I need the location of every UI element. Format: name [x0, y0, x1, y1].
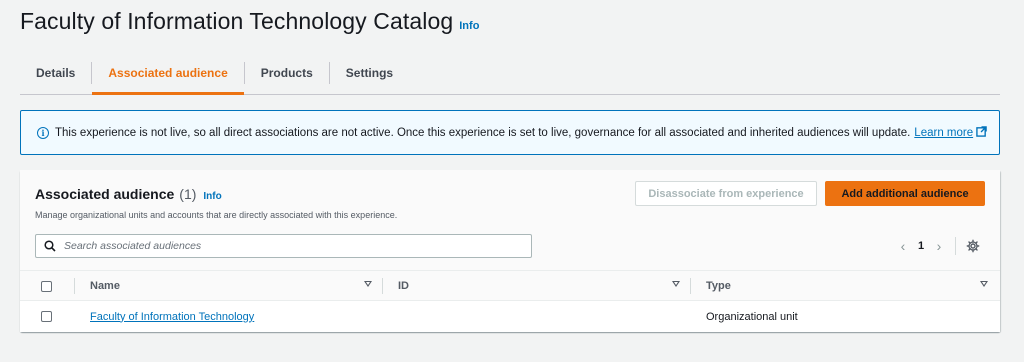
- pager-divider: [955, 237, 956, 255]
- external-link-icon[interactable]: [976, 125, 987, 140]
- tab-details[interactable]: Details: [20, 52, 91, 94]
- page-info-link[interactable]: Info: [459, 20, 479, 32]
- column-header-id[interactable]: ID: [382, 271, 690, 300]
- associated-audience-panel: Associated audience (1) Info Manage orga…: [20, 170, 1000, 332]
- chevron-left-icon[interactable]: ‹: [895, 238, 911, 254]
- add-audience-button[interactable]: Add additional audience: [825, 181, 985, 206]
- search-field[interactable]: [35, 234, 532, 258]
- page-number[interactable]: 1: [911, 240, 931, 252]
- name-cell: Faculty of Information Technology: [74, 301, 382, 332]
- row-checkbox[interactable]: [41, 311, 52, 322]
- tab-settings[interactable]: Settings: [330, 52, 409, 94]
- search-input[interactable]: [64, 240, 514, 252]
- alert-text: This experience is not live, so all dire…: [55, 126, 911, 139]
- tab-associated-audience[interactable]: Associated audience: [92, 52, 245, 95]
- search-icon: [44, 240, 56, 252]
- table-row: Faculty of Information Technology Organi…: [20, 301, 1000, 332]
- disassociate-button[interactable]: Disassociate from experience: [635, 181, 817, 206]
- sort-caret-icon[interactable]: [672, 281, 680, 287]
- page-title: Faculty of Information Technology Catalo…: [20, 8, 454, 34]
- column-header-name[interactable]: Name: [74, 271, 382, 300]
- page-header: Faculty of Information Technology Catalo…: [20, 8, 479, 35]
- id-cell: [382, 301, 690, 332]
- learn-more-link[interactable]: Learn more: [914, 127, 973, 139]
- panel-info-link[interactable]: Info: [203, 191, 221, 202]
- table-header: Name ID Type: [20, 270, 1000, 301]
- audience-name-link[interactable]: Faculty of Information Technology: [90, 311, 254, 323]
- panel-description: Manage organizational units and accounts…: [35, 210, 398, 220]
- sort-caret-icon[interactable]: [364, 281, 372, 287]
- sort-caret-icon[interactable]: [980, 281, 988, 287]
- column-header-type[interactable]: Type: [690, 271, 990, 300]
- chevron-right-icon[interactable]: ›: [931, 238, 947, 254]
- pagination: ‹ 1 ›: [895, 237, 980, 255]
- type-cell: Organizational unit: [706, 310, 798, 323]
- panel-title: Associated audience (1) Info: [35, 186, 222, 202]
- info-circle-icon: i: [37, 126, 49, 139]
- panel-title-text: Associated audience: [35, 186, 175, 202]
- panel-count: (1): [179, 186, 197, 202]
- tab-bar: Details Associated audience Products Set…: [20, 52, 1000, 95]
- select-all-checkbox[interactable]: [41, 281, 52, 292]
- panel-header: Associated audience (1) Info Manage orga…: [20, 170, 1000, 270]
- info-alert: i This experience is not live, so all di…: [20, 110, 1000, 155]
- tab-products[interactable]: Products: [245, 52, 329, 94]
- gear-icon[interactable]: [966, 239, 980, 253]
